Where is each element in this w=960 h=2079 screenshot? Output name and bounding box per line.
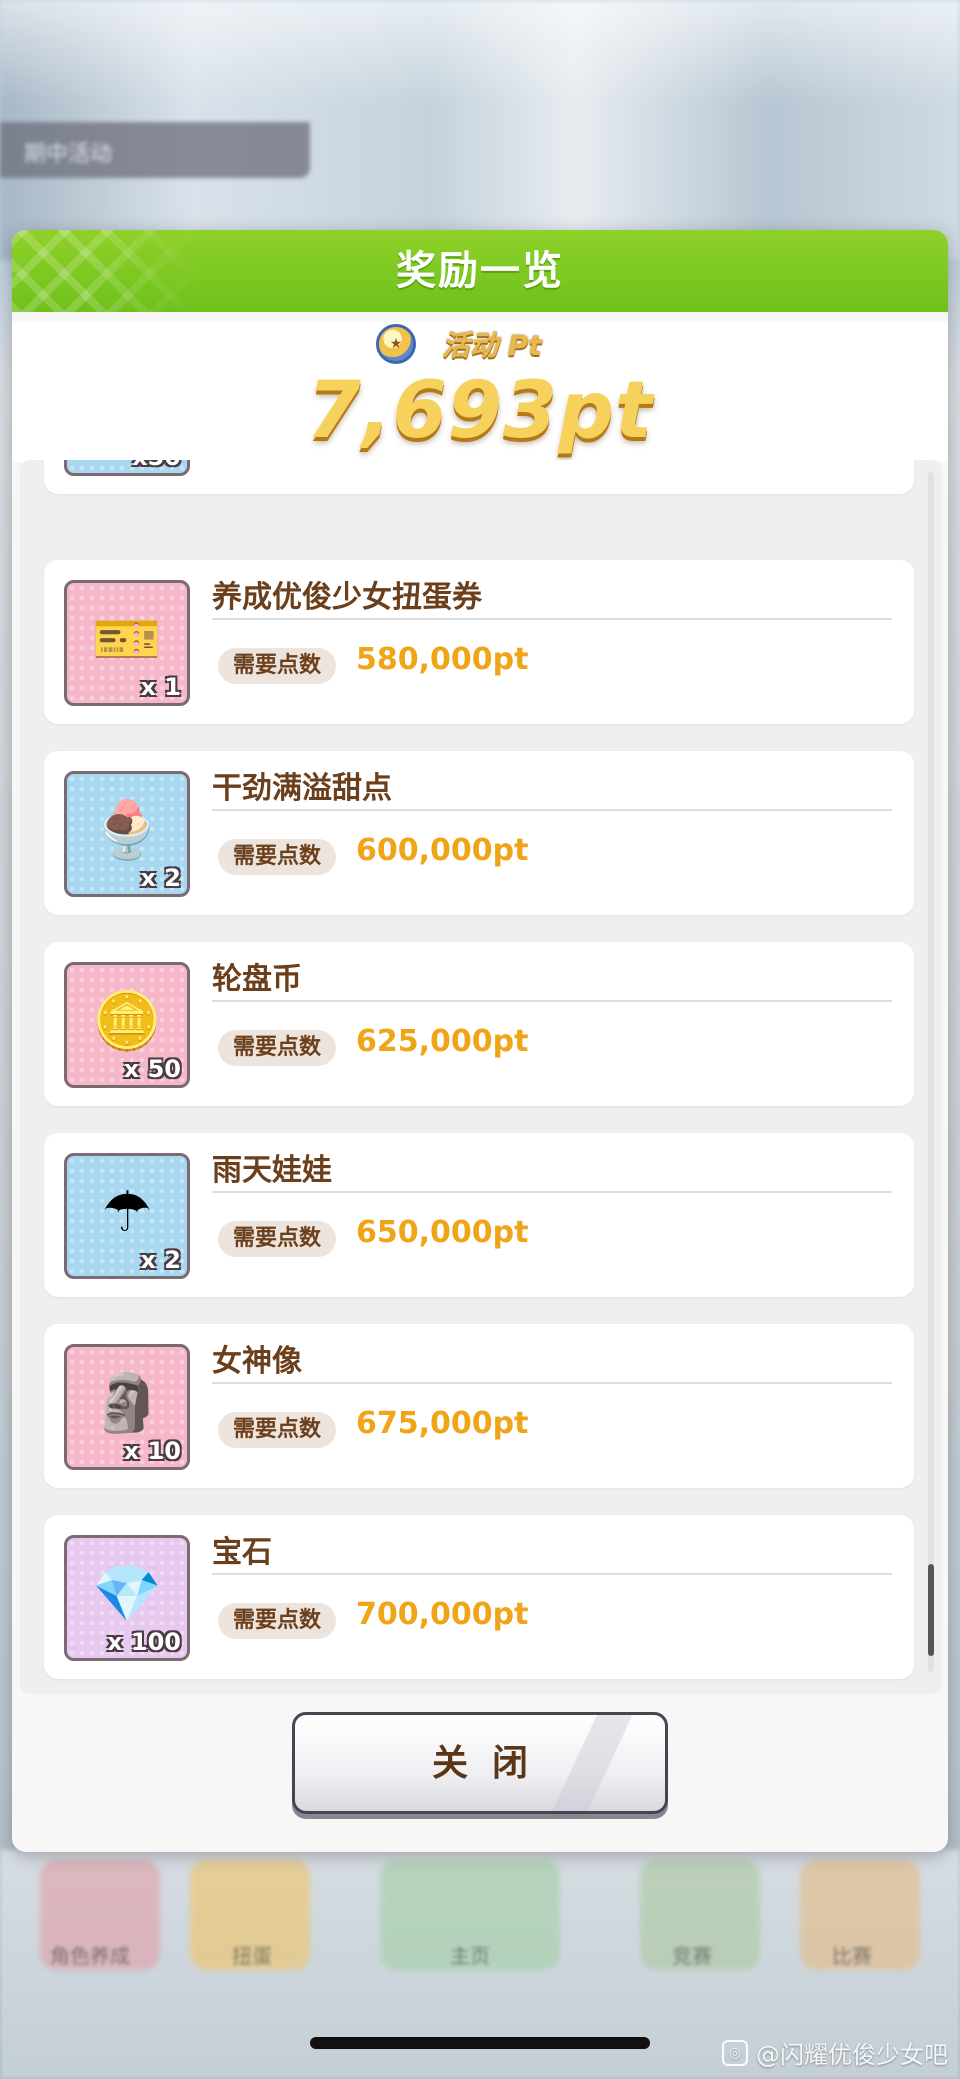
scrollbar-thumb[interactable] [928, 1564, 934, 1656]
scrollbar-track[interactable] [928, 472, 934, 1672]
list-item: 🍨 x 2 干劲满溢甜点需要点数 600,000pt [44, 751, 914, 915]
required-points-badge: 需要点数 [218, 1603, 336, 1639]
item-name: 养成优俊少女扭蛋券 [212, 580, 482, 615]
item-glyph: 🪙 [92, 989, 162, 1054]
item-glyph: 🎫 [92, 607, 162, 672]
item-divider [212, 1000, 892, 1002]
watermark-text: @闪耀优俊少女吧 [756, 2041, 948, 2069]
home-indicator[interactable] [310, 2037, 650, 2049]
item-name: 干劲满溢甜点 [212, 771, 392, 806]
item-divider [212, 1382, 892, 1384]
bg-nav-label-2: 扭蛋 [232, 1944, 272, 1968]
required-points-badge: 需要点数 [218, 1221, 336, 1257]
dialog-title: 奖励一览 [396, 248, 564, 294]
item-quantity: x 10 [123, 1437, 181, 1465]
list-item: 🪙 x 50 轮盘币需要点数 625,000pt [44, 942, 914, 1106]
rain-doll-icon[interactable]: ☂ x 2 [64, 1153, 190, 1279]
item-divider [212, 1573, 892, 1575]
goddess-statue-icon[interactable]: 🗿 x 10 [64, 1344, 190, 1470]
camera-icon: ◎ [722, 2039, 748, 2066]
background-sign: 期中活动 [0, 122, 310, 178]
item-quantity: x 100 [107, 1628, 181, 1656]
item-quantity: x 2 [140, 864, 181, 892]
bg-nav-label-1: 角色养成 [50, 1944, 130, 1968]
required-points-value: 700,000pt [356, 1597, 529, 1632]
required-points-value: 600,000pt [356, 833, 529, 868]
list-item-partial: x50 [44, 460, 914, 494]
reward-list[interactable]: x50 🎫x 1养成优俊少女扭蛋券需要点数580,000pt🍨x 2干劲满溢甜点… [20, 460, 942, 1694]
gem-icon[interactable]: 💎 x 100 [64, 1535, 190, 1661]
roulette-coin-icon[interactable]: 🪙 x 50 [64, 962, 190, 1088]
item-name: 轮盘币 [212, 962, 302, 997]
item-name: 女神像 [212, 1344, 302, 1379]
bg-nav-label-4: 竞赛 [672, 1944, 712, 1968]
item-quantity: x 50 [123, 1055, 181, 1083]
item-quantity: x 1 [140, 673, 181, 701]
item-divider [212, 1191, 892, 1193]
required-points-value: 650,000pt [356, 1215, 529, 1250]
points-value: 7,693pt [306, 366, 654, 456]
required-points-value: 675,000pt [356, 1406, 529, 1441]
event-coin-icon: ★ [376, 324, 416, 364]
close-button[interactable]: 关闭 [292, 1712, 668, 1814]
item-name: 雨天娃娃 [212, 1153, 332, 1188]
list-item: 💎 x 100 宝石需要点数 700,000pt [44, 1515, 914, 1679]
required-points-badge: 需要点数 [218, 1412, 336, 1448]
points-label-row: ★ 活动 Pt [376, 322, 542, 366]
roulette-coin-icon: x50 [64, 460, 190, 476]
item-glyph: ☂ [101, 1179, 153, 1245]
item-divider [212, 809, 892, 811]
ticket-icon[interactable]: 🎫 x 1 [64, 580, 190, 706]
list-item: 🎫 x 1 养成优俊少女扭蛋券需要点数 580,000pt [44, 560, 914, 724]
list-item: 🗿 x 10 女神像需要点数 675,000pt [44, 1324, 914, 1488]
close-button-label: 关闭 [431, 1742, 552, 1783]
required-points-badge: 需要点数 [218, 839, 336, 875]
reward-list-dialog: 奖励一览 ★ 活动 Pt 7,693pt x50 🎫x 1 养成优俊少女扭蛋券需要… [12, 230, 948, 1852]
list-item: ☂ x 2 雨天娃娃需要点数 650,000pt [44, 1133, 914, 1297]
required-points-badge: 需要点数 [218, 1030, 336, 1066]
item-glyph: 🍨 [92, 798, 162, 863]
bg-nav-label-5: 比赛 [832, 1944, 872, 1968]
item-divider [212, 618, 892, 620]
points-label: 活动 Pt [442, 329, 542, 362]
item-name: 宝石 [212, 1535, 272, 1570]
required-points-value: 625,000pt [356, 1024, 529, 1059]
item-glyph: 💎 [92, 1562, 162, 1627]
parfait-icon[interactable]: 🍨 x 2 [64, 771, 190, 897]
item-quantity: x50 [132, 460, 181, 471]
watermark: ◎ @闪耀优俊少女吧 [722, 2035, 948, 2070]
required-points-value: 580,000pt [356, 642, 529, 677]
bg-nav-label-3: 主页 [450, 1944, 490, 1968]
item-quantity: x 2 [140, 1246, 181, 1274]
required-points-badge: 需要点数 [218, 648, 336, 684]
dialog-header: 奖励一览 [12, 230, 948, 312]
item-glyph: 🗿 [92, 1371, 162, 1436]
